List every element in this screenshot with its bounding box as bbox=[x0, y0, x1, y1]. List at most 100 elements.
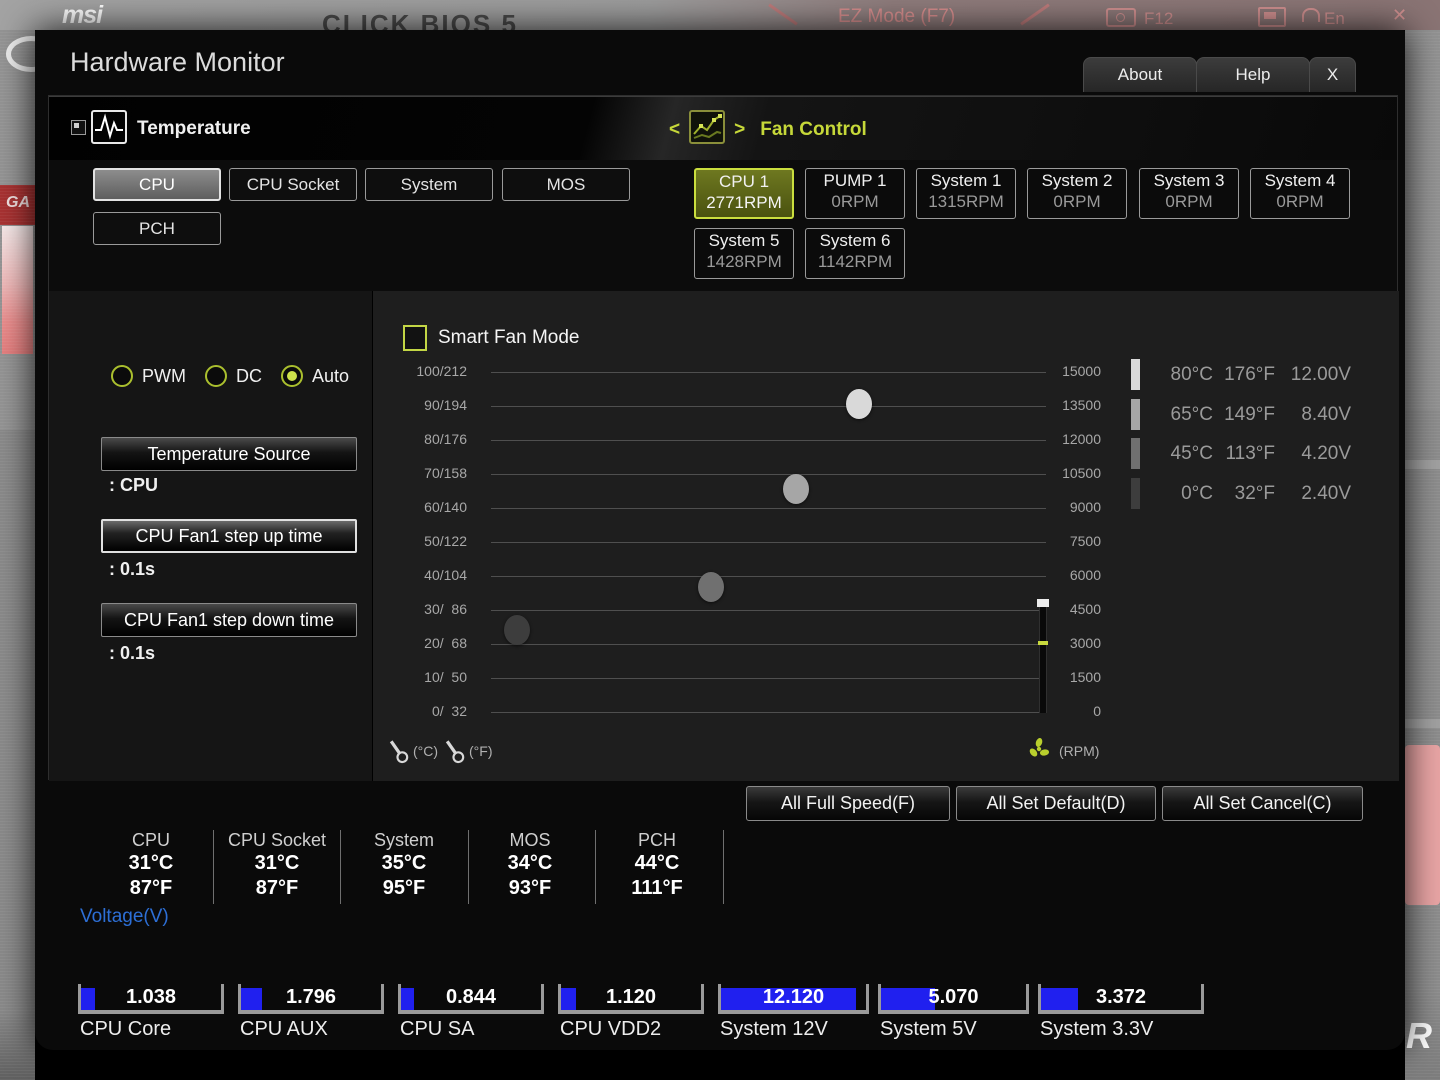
tab-cpu-socket[interactable]: CPU Socket bbox=[229, 168, 357, 201]
gaming-badge-text: GA bbox=[6, 194, 30, 211]
radio-auto[interactable] bbox=[281, 365, 303, 387]
sensor-system: System 35°C 95°F bbox=[344, 830, 464, 901]
voltage-rail-label: System 5V bbox=[880, 1018, 977, 1040]
temperature-source-button[interactable]: Temperature Source bbox=[101, 437, 357, 471]
step-up-time-button[interactable]: CPU Fan1 step up time bbox=[101, 519, 357, 553]
fan-slider-track[interactable] bbox=[491, 610, 1046, 611]
thermometer-icon bbox=[384, 736, 412, 767]
radio-pwm[interactable] bbox=[111, 365, 133, 387]
voltage-value: 1.120 bbox=[605, 986, 657, 1008]
fan-slider-track[interactable] bbox=[491, 372, 1046, 373]
point-voltage: 4.20V bbox=[1301, 443, 1351, 464]
fan-name: PUMP 1 bbox=[823, 171, 887, 190]
rpm-slider-handle[interactable] bbox=[1037, 599, 1049, 607]
radio-dc[interactable] bbox=[205, 365, 227, 387]
fan-curve-point-3[interactable] bbox=[697, 571, 724, 602]
fan-curve-point-4[interactable] bbox=[504, 615, 531, 646]
voltage-section-title: Voltage(V) bbox=[80, 906, 169, 927]
rpm-vertical-slider[interactable] bbox=[1039, 601, 1047, 713]
smart-fan-mode-checkbox[interactable] bbox=[403, 325, 427, 351]
voltage-rail-system-3_3v: 3.372 bbox=[1038, 984, 1204, 1014]
temperature-source-value: : CPU bbox=[109, 475, 158, 495]
fan-button-system3[interactable]: System 3 0RPM bbox=[1139, 168, 1239, 219]
fan-curve-point-1[interactable] bbox=[845, 388, 872, 419]
sensor-fahrenheit: 95°F bbox=[382, 877, 426, 899]
help-button[interactable]: Help bbox=[1196, 57, 1310, 92]
fan-slider-track[interactable] bbox=[491, 644, 1046, 645]
about-button[interactable]: About bbox=[1083, 57, 1197, 92]
fan-button-system2[interactable]: System 2 0RPM bbox=[1027, 168, 1127, 219]
fan-slider-track[interactable] bbox=[491, 508, 1046, 509]
fan-slider-track[interactable] bbox=[491, 542, 1046, 543]
all-set-cancel-button[interactable]: All Set Cancel(C) bbox=[1162, 786, 1363, 821]
fan-button-system5[interactable]: System 5 1428RPM bbox=[694, 228, 794, 279]
fan-control-header[interactable]: < > Fan Control bbox=[669, 108, 867, 151]
voltage-rail-cpu-core: 1.038 bbox=[78, 984, 224, 1014]
point-voltage: 8.40V bbox=[1301, 404, 1351, 425]
sensor-fahrenheit: 87°F bbox=[129, 877, 173, 899]
temperature-icon bbox=[89, 108, 129, 146]
screen: msi CLICK BIOS 5 EZ Mode (F7) F12 En ✕ G… bbox=[0, 0, 1440, 1080]
fan-rpm: 0RPM bbox=[831, 192, 879, 211]
temp-axis-label: 10/ 50 bbox=[424, 669, 467, 685]
rpm-axis-label: 0 bbox=[1093, 703, 1101, 719]
temp-axis-label: 70/158 bbox=[424, 465, 467, 481]
sensor-name: CPU Socket bbox=[227, 830, 327, 850]
radio-pwm-label: PWM bbox=[142, 365, 186, 386]
voltage-rail-system-5v: 5.070 bbox=[878, 984, 1029, 1014]
gaming-badge: GA bbox=[0, 185, 35, 225]
chevron-right-icon[interactable]: > bbox=[734, 119, 745, 141]
language-label: En bbox=[1324, 9, 1345, 28]
screenshot-icon bbox=[1106, 8, 1136, 27]
tab-system[interactable]: System bbox=[365, 168, 493, 201]
decor-red-block bbox=[1405, 745, 1440, 905]
hardware-monitor-dialog: Hardware Monitor About Help X Temperatur… bbox=[35, 30, 1405, 1050]
fan-slider-track[interactable] bbox=[491, 474, 1046, 475]
background-letter: R bbox=[1406, 1015, 1432, 1056]
fan-slider-track[interactable] bbox=[491, 406, 1046, 407]
temp-axis-label: 20/ 68 bbox=[424, 635, 467, 651]
voltage-rail-label: System 3.3V bbox=[1040, 1018, 1154, 1040]
step-down-time-value: : 0.1s bbox=[109, 643, 156, 663]
fan-button-system4[interactable]: System 4 0RPM bbox=[1250, 168, 1350, 219]
tab-pch[interactable]: PCH bbox=[93, 212, 221, 245]
all-set-default-button[interactable]: All Set Default(D) bbox=[956, 786, 1156, 821]
sensor-name: CPU bbox=[131, 830, 170, 850]
temp-axis-label: 100/212 bbox=[416, 363, 467, 379]
rpm-axis-label: 12000 bbox=[1062, 431, 1101, 447]
sensor-pch: PCH 44°C 111°F bbox=[597, 830, 717, 901]
fan-curve-point-2[interactable] bbox=[783, 473, 810, 504]
fan-settings-panel: PWM DC Auto Temperature Source : CPU CPU… bbox=[49, 291, 373, 781]
voltage-rail-label: CPU AUX bbox=[240, 1018, 328, 1040]
tab-cpu[interactable]: CPU bbox=[93, 168, 221, 201]
point-temp-f: 32°F bbox=[1234, 483, 1275, 504]
fan-slider-track[interactable] bbox=[491, 678, 1046, 679]
point-indicator bbox=[1131, 438, 1140, 469]
thermometer-icon bbox=[440, 736, 468, 767]
voltage-rail-system-12v: 12.120 bbox=[718, 984, 869, 1014]
step-down-time-button[interactable]: CPU Fan1 step down time bbox=[101, 603, 357, 637]
fahrenheit-unit-label: (°F) bbox=[469, 743, 493, 759]
fan-button-system6[interactable]: System 6 1142RPM bbox=[805, 228, 905, 279]
fan-slider-track[interactable] bbox=[491, 440, 1046, 441]
fan-slider-track[interactable] bbox=[491, 576, 1046, 577]
all-full-speed-button[interactable]: All Full Speed(F) bbox=[746, 786, 950, 821]
voltage-value: 0.844 bbox=[445, 986, 497, 1008]
step-up-time-value: : 0.1s bbox=[109, 559, 156, 579]
voltage-value: 12.120 bbox=[762, 986, 825, 1008]
fan-button-system1[interactable]: System 1 1315RPM bbox=[916, 168, 1016, 219]
close-button[interactable]: X bbox=[1309, 57, 1356, 92]
chevron-left-icon[interactable]: < bbox=[669, 119, 680, 141]
voltage-rail-cpu-aux: 1.796 bbox=[238, 984, 384, 1014]
sensor-fahrenheit: 111°F bbox=[631, 877, 683, 899]
f12-label: F12 bbox=[1144, 9, 1174, 28]
fan-button-pump1[interactable]: PUMP 1 0RPM bbox=[805, 168, 905, 219]
fan-control-title: Fan Control bbox=[760, 118, 867, 140]
voltage-rail-label: System 12V bbox=[720, 1018, 828, 1040]
fan-mode-radios: PWM DC Auto bbox=[111, 365, 359, 387]
fan-button-cpu1[interactable]: CPU 1 2771RPM bbox=[694, 168, 794, 219]
tab-mos[interactable]: MOS bbox=[502, 168, 630, 201]
sensor-fahrenheit: 93°F bbox=[508, 877, 552, 899]
fan-slider-track[interactable] bbox=[491, 712, 1046, 713]
collapse-icon[interactable] bbox=[71, 120, 86, 135]
